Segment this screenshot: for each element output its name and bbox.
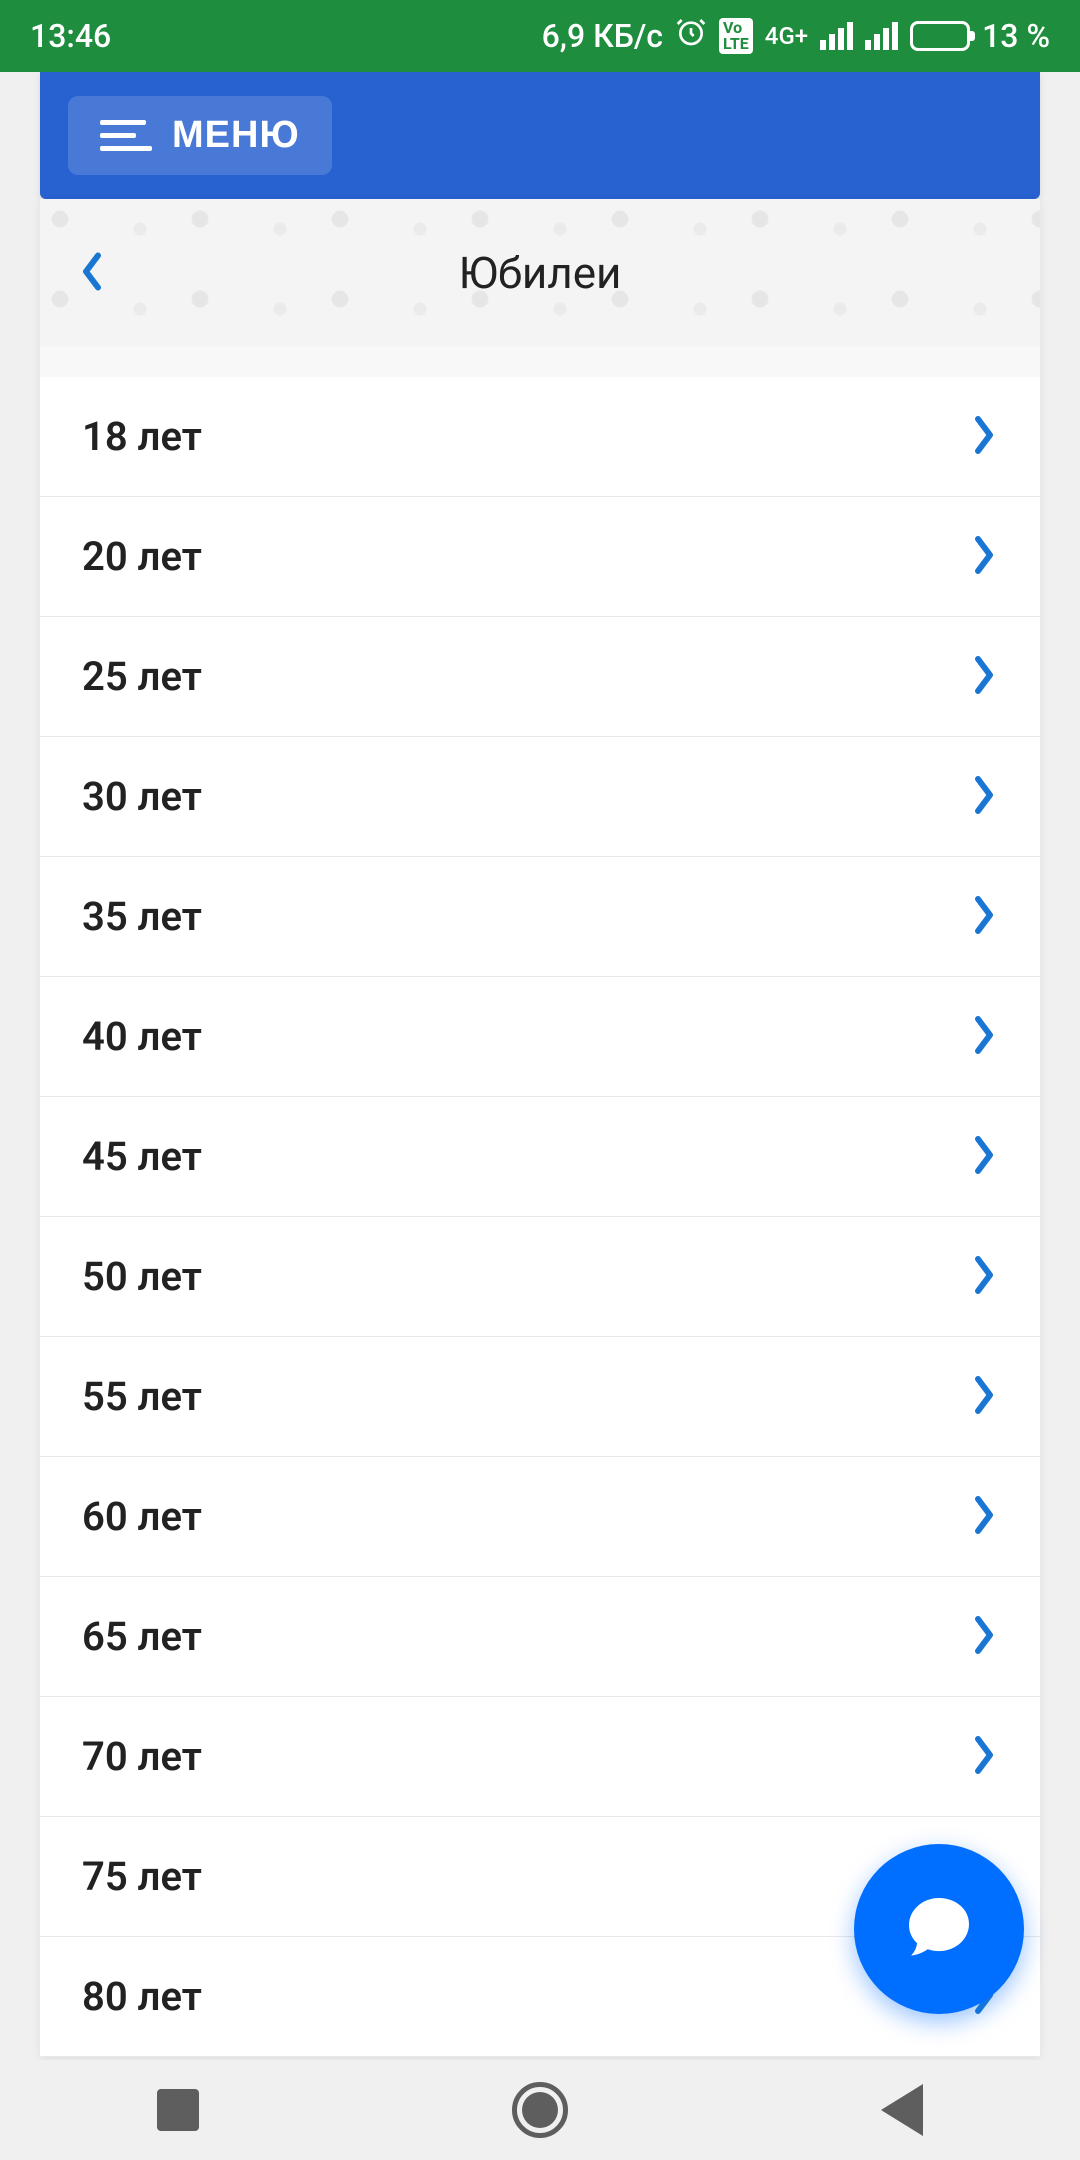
list-item[interactable]: 50 лет (40, 1217, 1040, 1337)
alarm-icon (675, 16, 707, 56)
list-item[interactable]: 55 лет (40, 1337, 1040, 1457)
chevron-right-icon (970, 1375, 998, 1419)
chevron-right-icon (970, 535, 998, 579)
chevron-right-icon (970, 1615, 998, 1659)
list-item-label: 45 лет (82, 1133, 202, 1180)
list-item[interactable]: 45 лет (40, 1097, 1040, 1217)
signal-bars-2-icon (865, 22, 898, 50)
chat-bubble-icon (903, 1892, 975, 1967)
list-item-label: 30 лет (82, 773, 202, 820)
list-item-label: 40 лет (82, 1013, 202, 1060)
list-item-label: 70 лет (82, 1733, 202, 1780)
menu-button[interactable]: МЕНЮ (68, 96, 332, 175)
status-time: 13:46 (30, 17, 111, 55)
list-item[interactable]: 35 лет (40, 857, 1040, 977)
chevron-right-icon (970, 1135, 998, 1179)
page-title-section: Юбилеи (40, 199, 1040, 347)
list-item-label: 65 лет (82, 1613, 202, 1660)
list-container: 18 лет 20 лет 25 лет 30 лет 35 лет 40 лет 45 л… (40, 377, 1040, 2057)
chevron-right-icon (970, 1015, 998, 1059)
chat-fab-button[interactable] (854, 1844, 1024, 2014)
list-item-label: 80 лет (82, 1973, 202, 2020)
chevron-left-icon (80, 280, 104, 295)
page-title: Юбилеи (40, 247, 1040, 299)
list-item-label: 60 лет (82, 1493, 202, 1540)
chevron-right-icon (970, 775, 998, 819)
recent-apps-button[interactable] (137, 2069, 219, 2151)
chevron-right-icon (970, 1255, 998, 1299)
battery-percent: 13 % (982, 17, 1050, 55)
list-item[interactable]: 40 лет (40, 977, 1040, 1097)
chevron-right-icon (970, 895, 998, 939)
chevron-right-icon (970, 1735, 998, 1779)
page-card: Юбилеи 18 лет 20 лет 25 лет 30 лет 35 лет 40 … (40, 199, 1040, 2057)
app-header: МЕНЮ (40, 72, 1040, 199)
hamburger-icon (100, 120, 152, 151)
list-item[interactable]: 20 лет (40, 497, 1040, 617)
back-nav-button[interactable] (861, 2064, 943, 2156)
circle-icon (512, 2082, 568, 2138)
back-button[interactable] (70, 242, 114, 305)
menu-label: МЕНЮ (172, 114, 300, 157)
list-item[interactable]: 70 лет (40, 1697, 1040, 1817)
home-button[interactable] (492, 2062, 588, 2158)
list-item-label: 75 лет (82, 1853, 202, 1900)
chevron-right-icon (970, 655, 998, 699)
list-item-label: 20 лет (82, 533, 202, 580)
status-right: 6,9 КБ/с VoLTE 4G+ 13 % (542, 16, 1050, 56)
chevron-right-icon (970, 415, 998, 459)
signal-bars-1-icon (820, 22, 853, 50)
system-nav-bar (0, 2060, 1080, 2160)
list-item[interactable]: 25 лет (40, 617, 1040, 737)
list-item-label: 55 лет (82, 1373, 202, 1420)
status-bar: 13:46 6,9 КБ/с VoLTE 4G+ 13 % (0, 0, 1080, 72)
list-item[interactable]: 30 лет (40, 737, 1040, 857)
volte-badge: VoLTE (719, 18, 753, 54)
network-type: 4G+ (765, 22, 808, 50)
list-item-label: 25 лет (82, 653, 202, 700)
data-speed: 6,9 КБ/с (542, 17, 663, 55)
list-item[interactable]: 18 лет (40, 377, 1040, 497)
triangle-icon (881, 2084, 923, 2136)
battery-icon (910, 21, 970, 51)
chevron-right-icon (970, 1495, 998, 1539)
list-item-label: 18 лет (82, 413, 202, 460)
list-item[interactable]: 60 лет (40, 1457, 1040, 1577)
square-icon (157, 2089, 199, 2131)
list-item-label: 35 лет (82, 893, 202, 940)
list-item-label: 50 лет (82, 1253, 202, 1300)
list-item[interactable]: 65 лет (40, 1577, 1040, 1697)
